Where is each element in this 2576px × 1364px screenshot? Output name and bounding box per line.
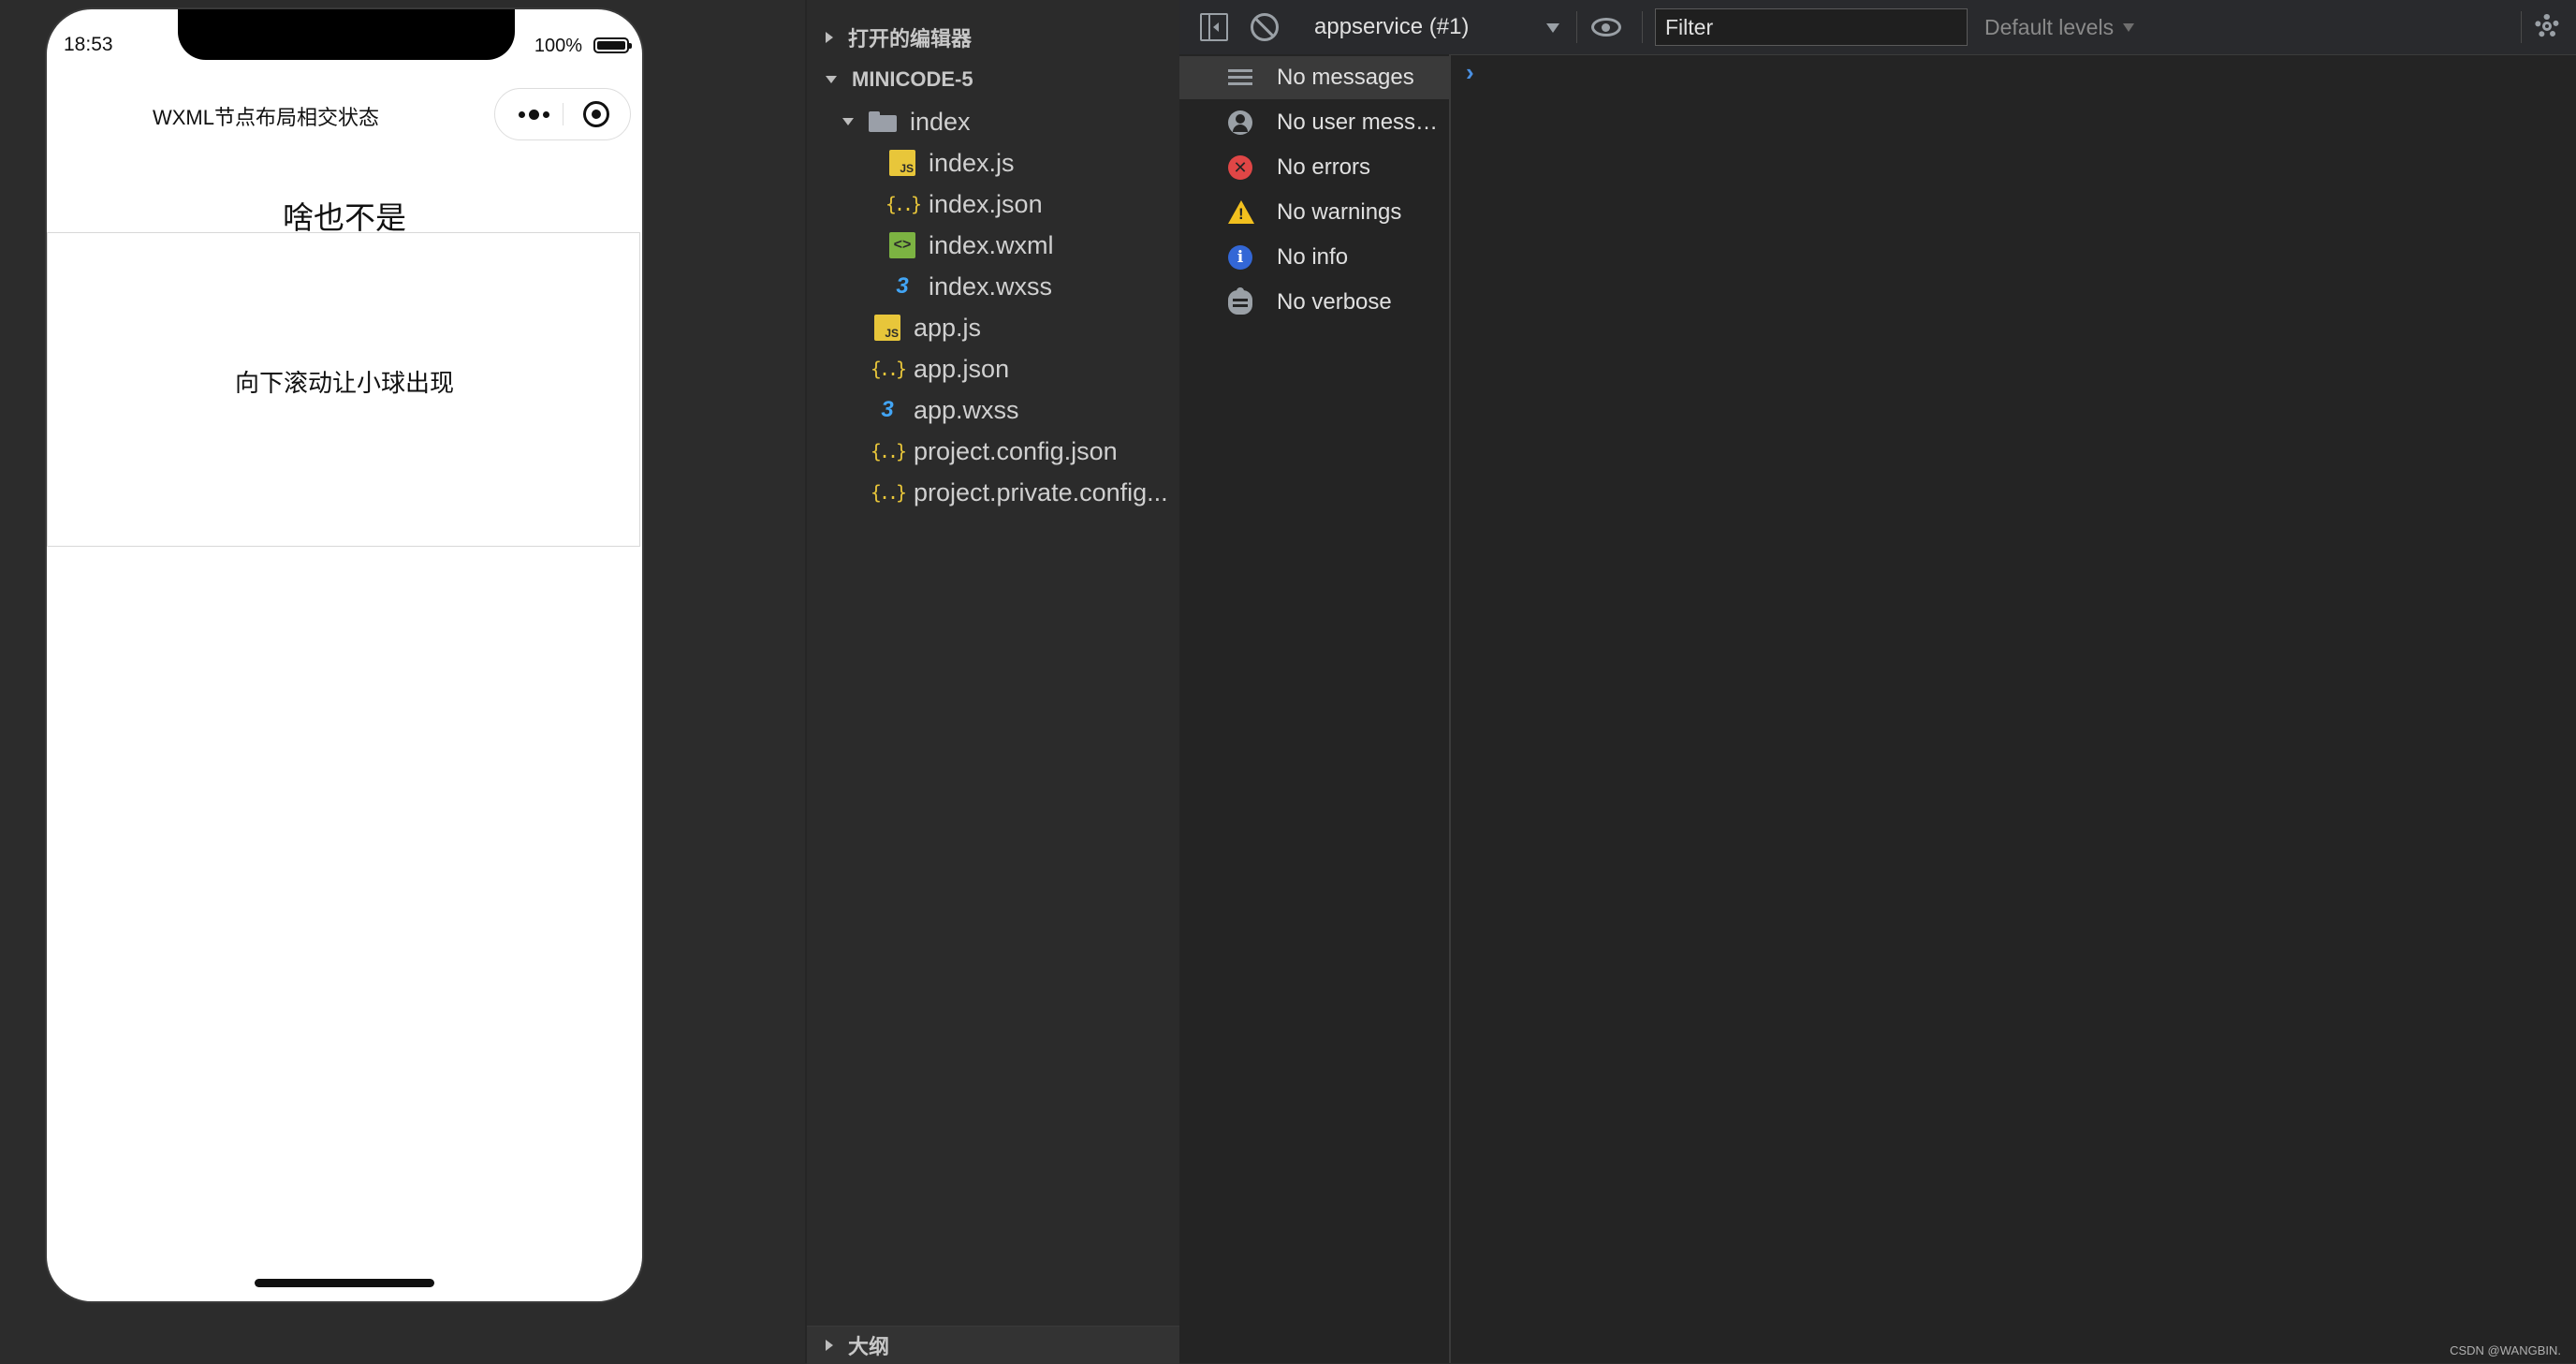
close-miniprogram-icon[interactable]	[583, 101, 609, 127]
scroll-hint: 向下滚动让小球出现	[234, 369, 454, 397]
filter-input[interactable]	[1655, 8, 1968, 46]
outline-section[interactable]: 大纲	[807, 1326, 1179, 1364]
chevron-right-icon	[826, 32, 833, 43]
live-expression-eye-icon[interactable]	[1591, 18, 1621, 37]
project-section[interactable]: MINICODE-5	[807, 61, 1179, 98]
console-toolbar: appservice (#1) Default levels	[1179, 0, 2576, 55]
page-heading: 啥也不是	[283, 200, 406, 235]
toolbar-divider	[1576, 11, 1577, 43]
wxss-file-icon: 3	[896, 273, 909, 299]
simulator-panel: 18:53 100% WXML节点布局相交状态 啥也不是 向下滚动让小球出现	[0, 0, 805, 1363]
tree-item-app-json[interactable]: {..} app.json	[870, 350, 1010, 388]
sidebar-item-errors[interactable]: ✕ No errors	[1179, 146, 1449, 189]
nav-title: WXML节点布局相交状态	[152, 106, 379, 129]
context-select[interactable]: appservice (#1)	[1314, 9, 1567, 45]
dropdown-caret-icon	[1546, 23, 1559, 33]
json-file-icon: {..}	[885, 193, 922, 215]
context-select-value: appservice (#1)	[1314, 14, 1470, 39]
sidebar-item-label: No messages	[1277, 65, 1414, 90]
tree-item-index-wxml[interactable]: <> index.wxml	[889, 227, 1054, 264]
project-label: MINICODE-5	[852, 67, 973, 91]
tree-item-label: app.wxss	[914, 395, 1019, 424]
tree-item-index-js[interactable]: JS index.js	[889, 144, 1015, 182]
js-file-icon: JS	[874, 315, 900, 341]
sidebar-item-warnings[interactable]: ! No warnings	[1179, 191, 1449, 234]
tree-item-app-wxss[interactable]: 3 app.wxss	[874, 391, 1019, 429]
chevron-right-icon	[826, 1340, 833, 1351]
tree-item-app-js[interactable]: JS app.js	[874, 309, 981, 346]
dropdown-caret-icon	[2123, 22, 2135, 32]
status-battery-percent: 100%	[534, 36, 582, 56]
tree-item-project-private-config[interactable]: {..} project.private.config...	[870, 474, 1168, 511]
tree-item-label: index	[910, 107, 971, 136]
scroll-view[interactable]: 向下滚动让小球出现	[47, 232, 640, 547]
info-icon: i	[1228, 245, 1252, 270]
log-levels-dropdown[interactable]: Default levels	[1984, 11, 2135, 43]
toolbar-divider	[1642, 11, 1643, 43]
user-icon	[1228, 110, 1252, 135]
log-levels-label: Default levels	[1984, 14, 2115, 39]
console-prompt-chevron-icon[interactable]: ›	[1466, 58, 1474, 87]
sidebar-item-verbose[interactable]: No verbose	[1179, 281, 1449, 324]
outline-label: 大纲	[848, 1335, 890, 1358]
console-panel: appservice (#1) Default levels No messag…	[1179, 0, 2576, 1363]
sidebar-item-messages[interactable]: No messages	[1179, 56, 1449, 99]
sidebar-item-label: No user mess…	[1277, 110, 1439, 135]
open-editors-section[interactable]: 打开的编辑器	[807, 19, 1179, 56]
toggle-sidebar-icon[interactable]	[1200, 13, 1228, 41]
gear-icon[interactable]	[2535, 14, 2559, 38]
tree-item-label: index.js	[929, 148, 1015, 177]
watermark: CSDN @WANGBIN.	[2450, 1343, 2561, 1357]
error-icon: ✕	[1228, 155, 1252, 180]
console-sidebar: No messages No user mess… ✕ No errors ! …	[1179, 54, 1451, 1363]
clear-console-icon[interactable]	[1251, 13, 1279, 41]
list-icon	[1228, 66, 1252, 90]
tree-item-project-config[interactable]: {..} project.config.json	[870, 433, 1118, 470]
json-file-icon: {..}	[870, 481, 907, 504]
chevron-down-icon	[826, 76, 837, 83]
verbose-icon	[1228, 287, 1252, 315]
sidebar-item-label: No info	[1277, 244, 1349, 270]
tree-item-index-json[interactable]: {..} index.json	[885, 185, 1043, 223]
tree-item-index-wxss[interactable]: 3 index.wxss	[889, 268, 1052, 305]
phone-frame: 18:53 100% WXML节点布局相交状态 啥也不是 向下滚动让小球出现	[47, 9, 642, 1301]
outline-header[interactable]: 大纲	[807, 1327, 1179, 1364]
tree-item-index-folder[interactable]: index	[807, 103, 971, 140]
toolbar-divider	[2521, 11, 2522, 43]
open-editors-label: 打开的编辑器	[848, 27, 973, 51]
more-icon[interactable]	[512, 102, 555, 126]
tree-item-label: project.private.config...	[914, 477, 1168, 506]
warning-icon: !	[1228, 200, 1254, 224]
tree-item-label: app.js	[914, 313, 982, 342]
sidebar-item-label: No verbose	[1277, 289, 1392, 315]
json-file-icon: {..}	[870, 358, 907, 380]
status-time: 18:53	[64, 34, 113, 55]
sidebar-item-info[interactable]: i No info	[1179, 236, 1449, 279]
menu-capsule	[494, 88, 631, 140]
sidebar-item-label: No warnings	[1277, 199, 1402, 225]
wxml-file-icon: <>	[889, 232, 915, 258]
chevron-down-icon	[842, 118, 854, 125]
js-file-icon: JS	[889, 150, 915, 176]
sidebar-item-user-messages[interactable]: No user mess…	[1179, 101, 1449, 144]
folder-icon	[869, 111, 897, 132]
tree-item-label: index.json	[929, 189, 1043, 218]
battery-icon	[593, 37, 632, 53]
tree-item-label: index.wxml	[929, 230, 1054, 259]
tree-item-label: index.wxss	[929, 271, 1053, 301]
sidebar-item-label: No errors	[1277, 154, 1371, 180]
json-file-icon: {..}	[870, 440, 907, 462]
wxss-file-icon: 3	[881, 397, 894, 422]
tree-item-label: app.json	[914, 354, 1010, 383]
file-explorer: 打开的编辑器 MINICODE-5 index JS index.js {..}…	[805, 0, 1179, 1364]
phone-notch	[178, 9, 515, 60]
tree-item-label: project.config.json	[914, 436, 1118, 465]
home-indicator	[255, 1279, 434, 1287]
warning-icon-glyph: !	[1238, 205, 1244, 223]
capsule-divider	[563, 103, 564, 125]
